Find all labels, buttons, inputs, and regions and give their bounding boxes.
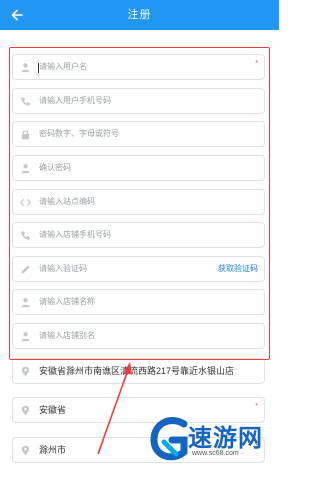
app-header: 注册 (0, 0, 279, 30)
watermark-logo-icon (150, 417, 188, 461)
location-pin-icon (19, 444, 31, 456)
watermark-url: www.sc68.com (192, 450, 239, 457)
location-pin-icon (19, 365, 31, 377)
annotation-arrow (97, 362, 132, 455)
required-marker: * (255, 403, 258, 410)
province-value: 安徽省 (39, 405, 67, 415)
highlight-box (9, 47, 270, 360)
watermark-text: 速游网 (188, 425, 263, 452)
city-value: 滁州市 (39, 445, 67, 455)
page-title: 注册 (127, 9, 152, 21)
location-pin-icon (19, 404, 31, 416)
watermark: 速游网 www.sc68.com (150, 412, 278, 472)
